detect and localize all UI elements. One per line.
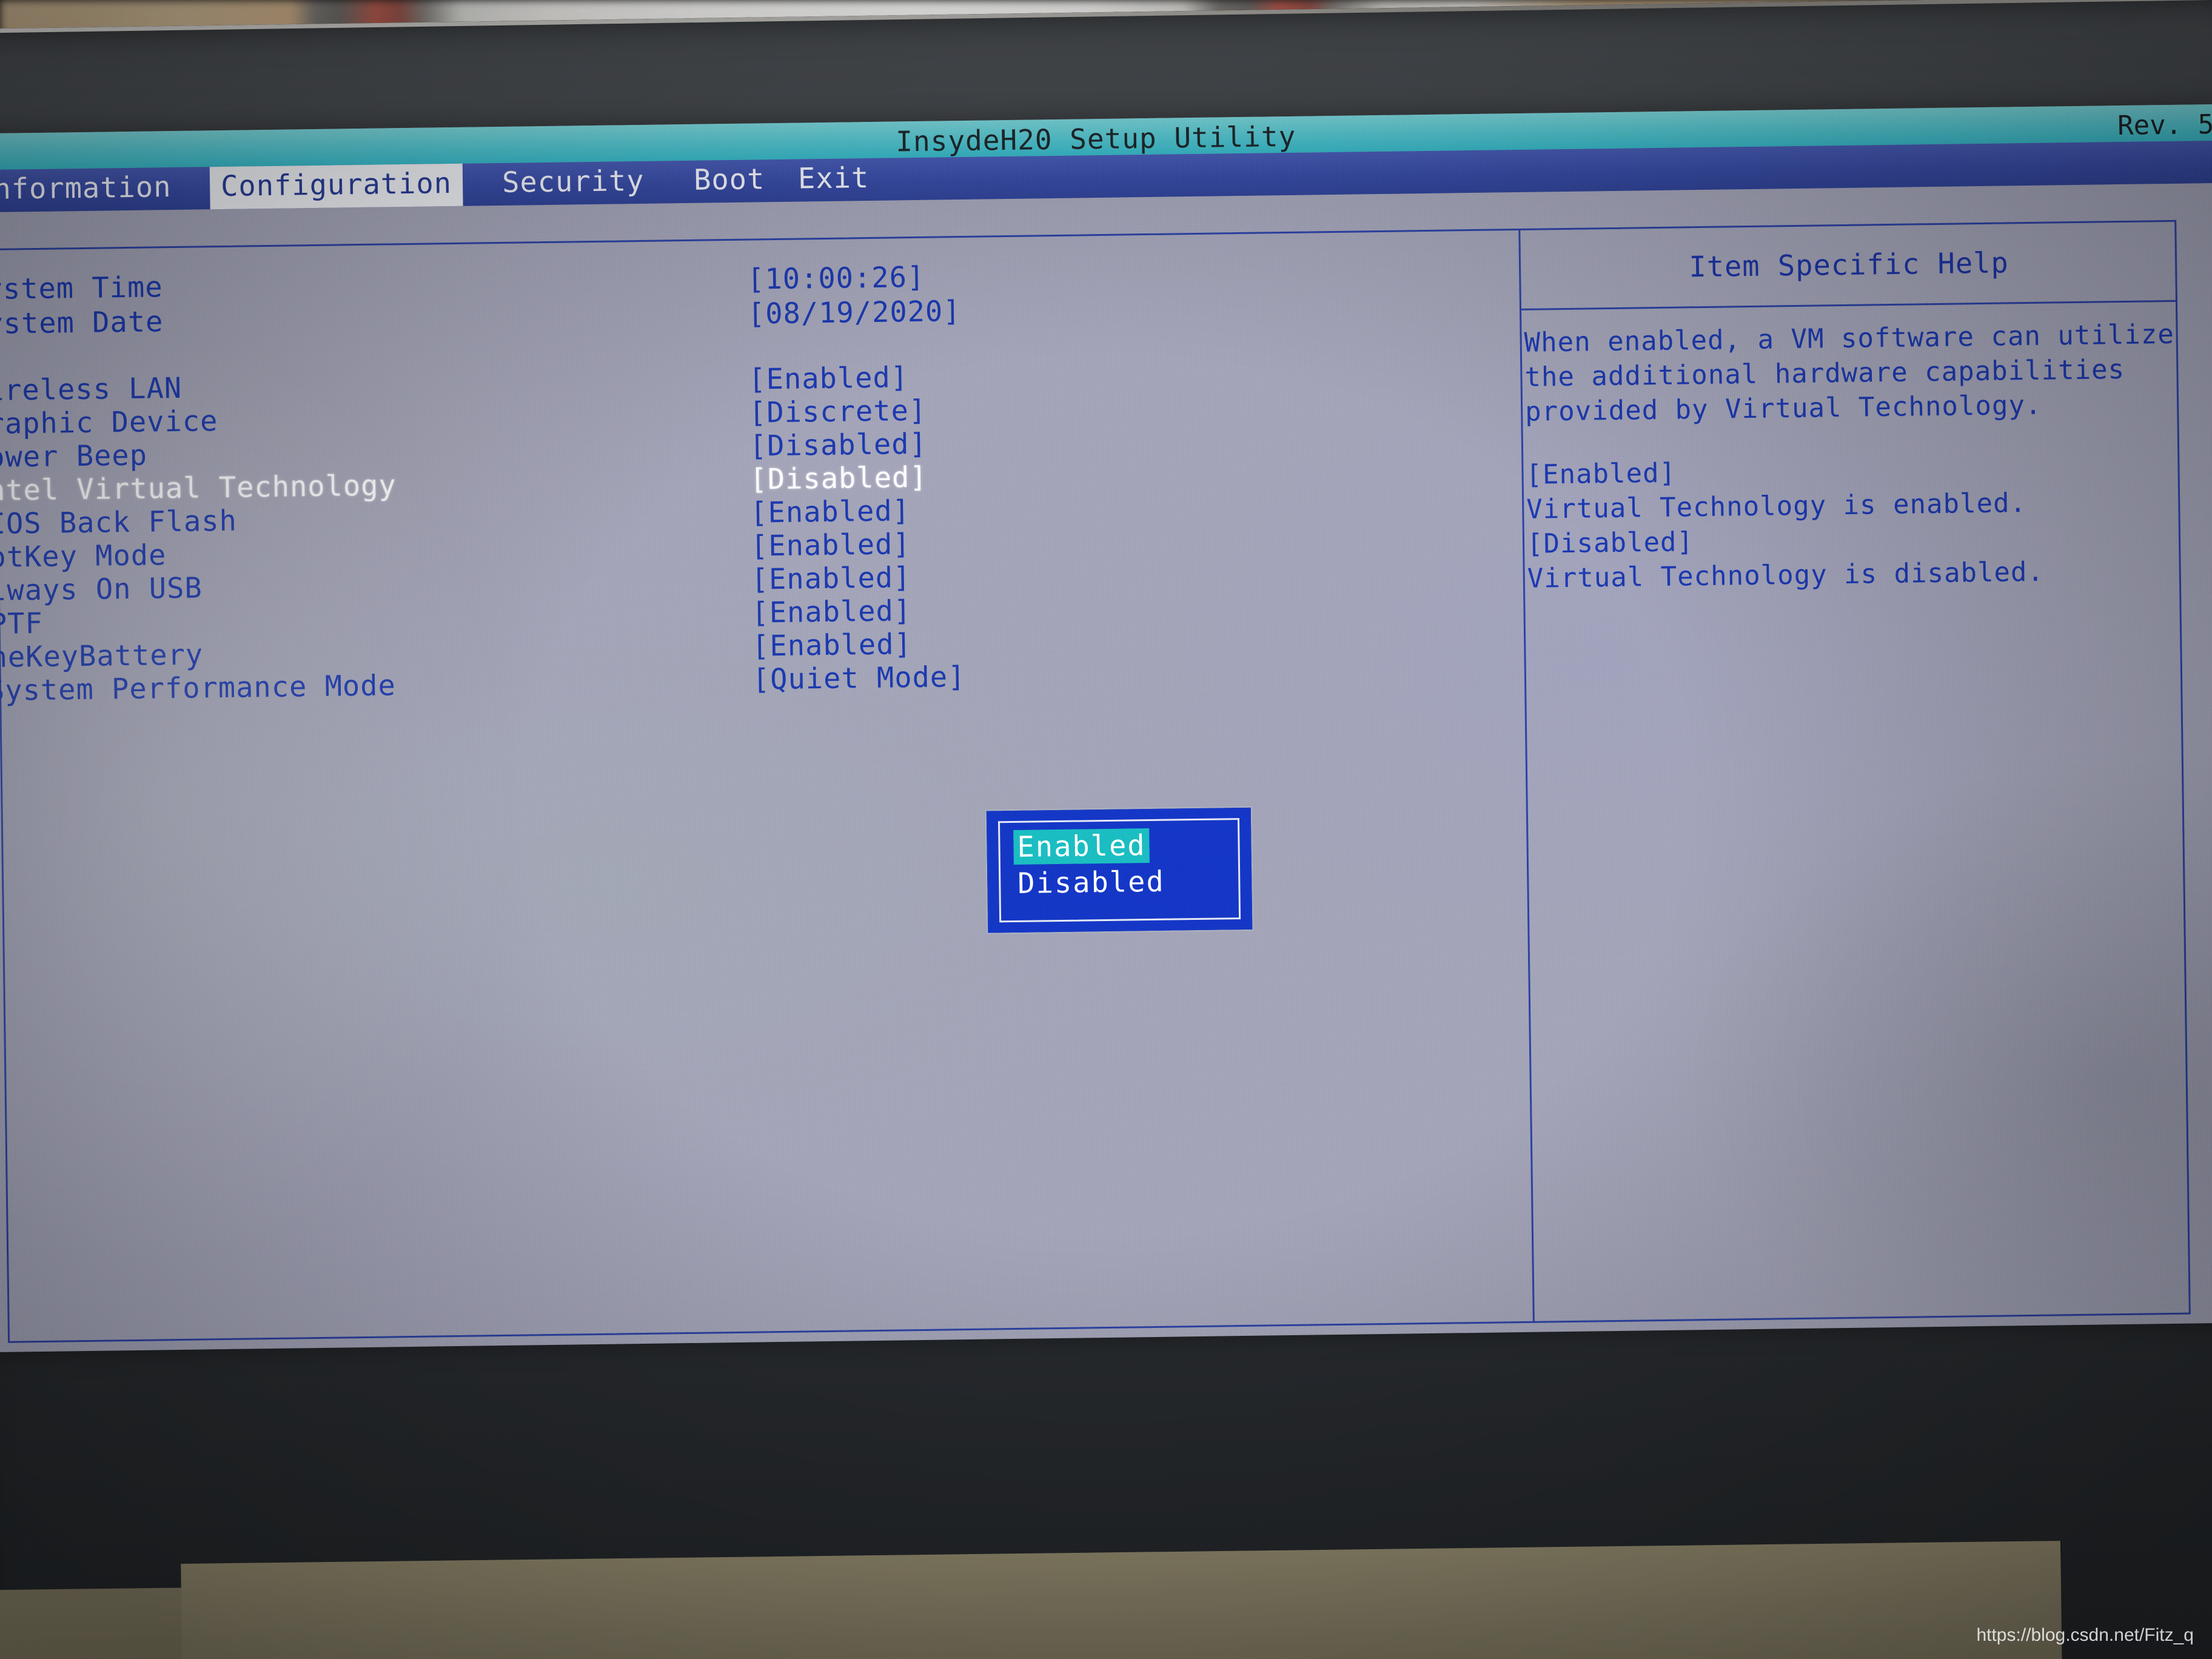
- setting-label: Wireless LAN: [0, 371, 183, 408]
- setting-label: Graphic Device: [0, 404, 218, 441]
- setting-value[interactable]: [Enabled]: [751, 594, 911, 629]
- tab-configuration[interactable]: Configuration: [209, 163, 463, 210]
- setting-value[interactable]: [10:00:26]: [747, 261, 925, 297]
- setting-value[interactable]: [Enabled]: [752, 628, 912, 663]
- bios-screen: InsydeH20 Setup Utility Rev. 5 Informati…: [0, 104, 2212, 1353]
- app-title: InsydeH20 Setup Utility: [895, 119, 1296, 158]
- setting-label: System Time: [0, 270, 163, 307]
- setting-label: System Date: [0, 305, 164, 341]
- setting-label: DPTF: [0, 606, 44, 642]
- setting-value[interactable]: [Enabled]: [750, 494, 910, 529]
- setting-value[interactable]: [Enabled]: [751, 561, 911, 596]
- setting-value[interactable]: [Disabled]: [749, 427, 928, 463]
- tab-security[interactable]: Security: [491, 161, 655, 206]
- popup-option-disabled[interactable]: Disabled: [1014, 865, 1168, 901]
- photo-scene: InsydeH20 Setup Utility Rev. 5 Informati…: [0, 0, 2212, 1659]
- tab-boot[interactable]: Boot: [683, 159, 776, 203]
- value-selection-popup[interactable]: Enabled Disabled: [986, 807, 1253, 933]
- setting-label: HotKey Mode: [0, 538, 167, 575]
- setting-label: System Performance Mode: [0, 669, 397, 708]
- setting-value[interactable]: [08/19/2020]: [748, 295, 961, 331]
- setting-value[interactable]: [Discrete]: [749, 394, 927, 430]
- setting-label: OneKeyBattery: [0, 638, 204, 675]
- popup-option-enabled[interactable]: Enabled: [1013, 828, 1150, 865]
- tab-information[interactable]: Information: [0, 167, 183, 213]
- source-watermark: https://blog.csdn.net/Fitz_q: [1976, 1625, 2194, 1645]
- setting-value[interactable]: [Quiet Mode]: [752, 660, 966, 697]
- item-specific-help-body: When enabled, a VM software can utilize …: [1524, 317, 2207, 596]
- setting-value[interactable]: [Enabled]: [751, 528, 911, 563]
- popup-inner-border: Enabled Disabled: [997, 818, 1241, 923]
- revision-label: Rev. 5: [2117, 109, 2212, 142]
- setting-value[interactable]: [Enabled]: [748, 361, 908, 396]
- setting-label: Intel Virtual Technology: [0, 469, 397, 508]
- setting-label: Power Beep: [0, 438, 148, 475]
- setting-value[interactable]: [Disabled]: [749, 461, 928, 497]
- setting-label: Always On USB: [0, 571, 203, 608]
- setting-label: BIOS Back Flash: [0, 504, 238, 541]
- tab-exit[interactable]: Exit: [787, 158, 880, 202]
